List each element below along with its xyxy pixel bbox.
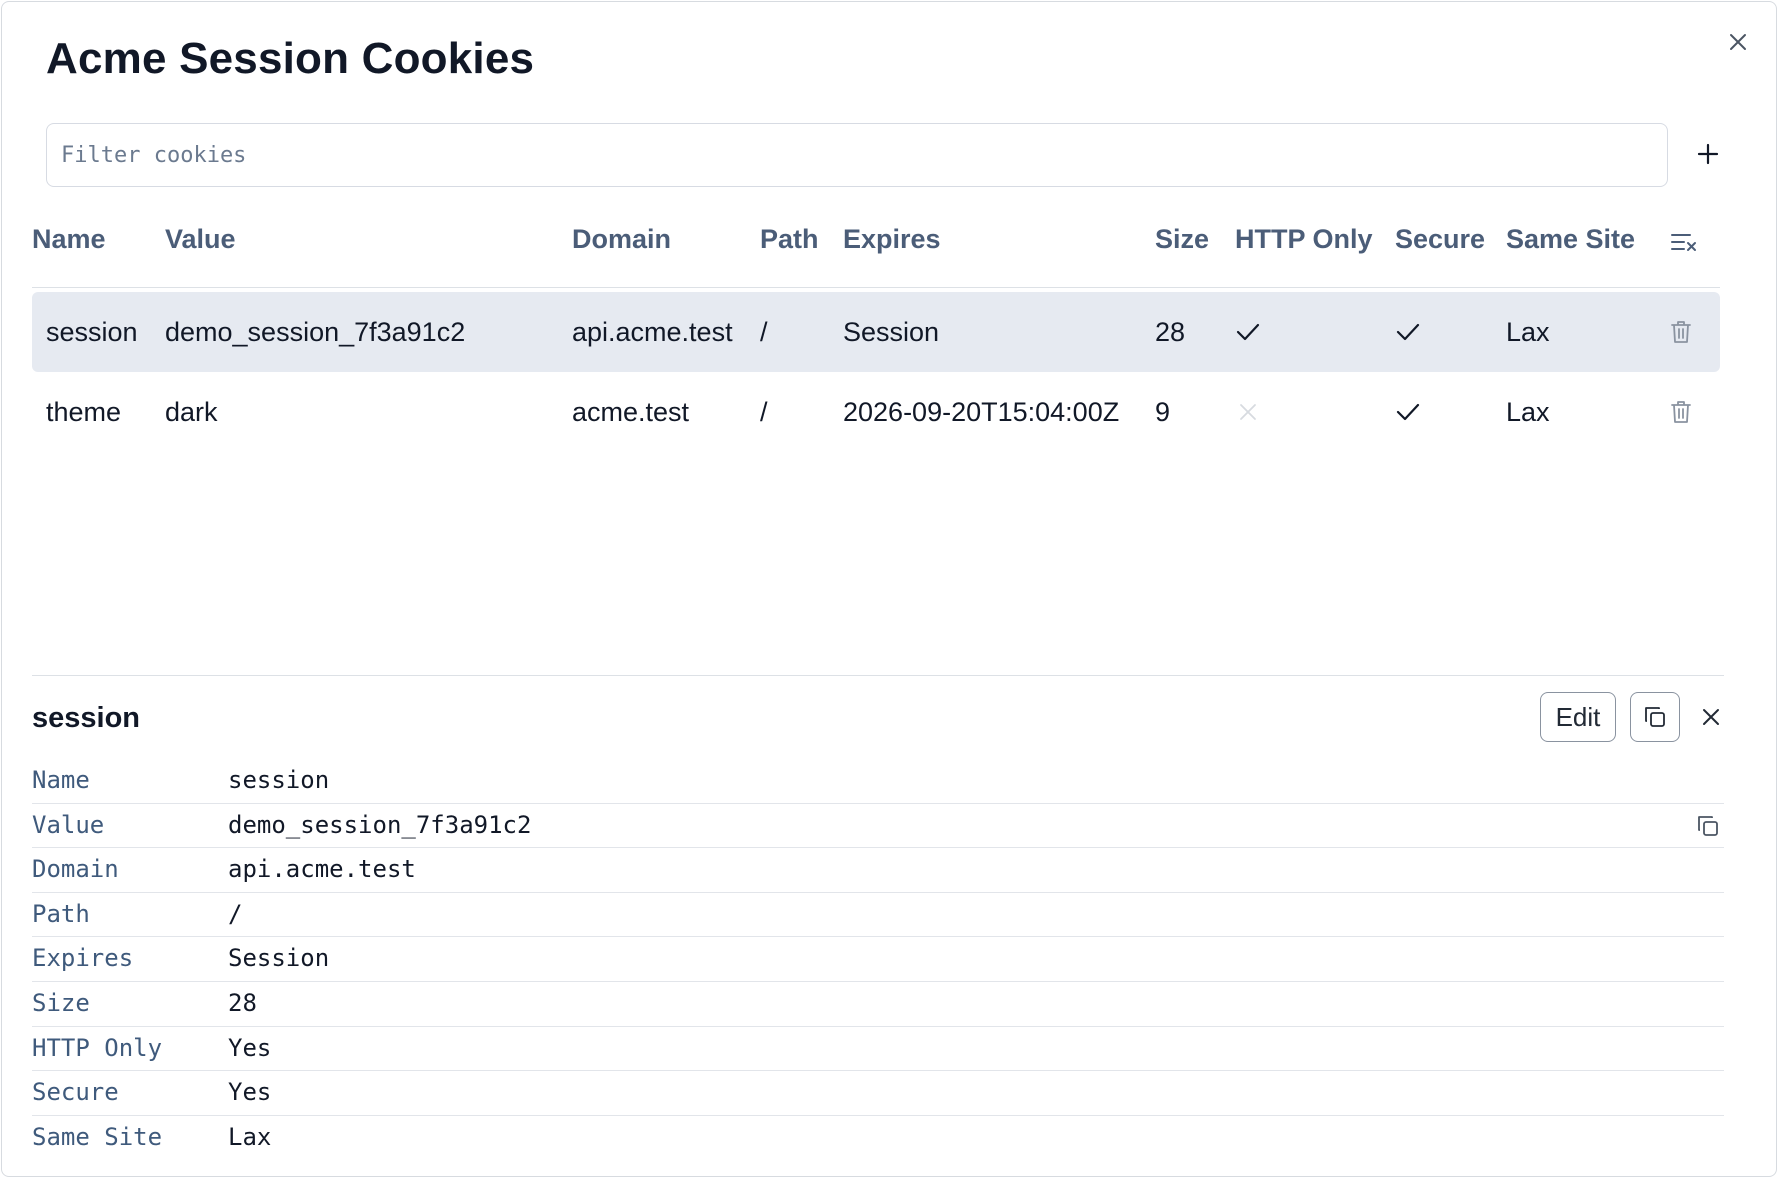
property-row-same-site: Same Site Lax [32, 1116, 1724, 1161]
property-key: Value [32, 810, 105, 839]
property-row-expires: Expires Session [32, 937, 1724, 982]
property-value: demo_session_7f3a91c2 [228, 810, 532, 839]
column-header-same-site[interactable]: Same Site [1506, 224, 1635, 255]
property-row-domain: Domain api.acme.test [32, 848, 1724, 893]
property-key: Path [32, 899, 90, 928]
cell-name: theme [46, 397, 122, 427]
property-row-path: Path / [32, 893, 1724, 938]
cookies-dialog: Acme Session Cookies Name Value Domain P… [1, 1, 1777, 1177]
delete-cookie-button[interactable] [1669, 292, 1693, 372]
cell-same-site: Lax [1506, 397, 1550, 427]
filter-input[interactable] [46, 123, 1668, 187]
close-icon [1730, 34, 1746, 50]
cell-size: 28 [1155, 317, 1186, 347]
table-header: Name Value Domain Path Expires Size HTTP… [32, 214, 1720, 288]
property-value: Lax [228, 1122, 272, 1151]
cell-size: 9 [1155, 397, 1171, 427]
close-icon [1703, 709, 1719, 725]
x-icon [1240, 404, 1256, 420]
property-value: session [228, 766, 330, 794]
column-header-name[interactable]: Name [32, 224, 106, 255]
trash-icon [1671, 401, 1691, 423]
property-value: Session [228, 944, 330, 973]
cell-value: demo_session_7f3a91c2 [165, 317, 466, 347]
cell-http-only [1235, 292, 1261, 372]
trash-icon [1671, 321, 1691, 343]
cell-expires: 2026-09-20T15:04:00Z [843, 397, 1120, 427]
property-list: Name session Value demo_session_7f3a91c2… [32, 759, 1724, 1160]
column-header-value[interactable]: Value [165, 224, 236, 255]
cell-expires: Session [843, 317, 940, 347]
cookies-table: Name Value Domain Path Expires Size HTTP… [32, 214, 1720, 452]
cell-secure [1395, 292, 1421, 372]
cookie-detail-panel: session Edit Name session Value demo_ses… [32, 675, 1724, 1151]
cell-path: / [760, 397, 768, 427]
property-row-name: Name session [32, 759, 1724, 804]
property-key: Size [32, 988, 90, 1017]
property-key: Expires [32, 944, 134, 973]
detail-title: session [32, 702, 140, 734]
copy-icon [1698, 815, 1718, 836]
cell-domain: api.acme.test [572, 317, 733, 347]
cell-domain: acme.test [572, 397, 690, 427]
column-header-http-only[interactable]: HTTP Only [1235, 224, 1373, 255]
plus-icon [1697, 143, 1719, 165]
property-value: api.acme.test [228, 855, 416, 884]
dialog-close-button[interactable] [1720, 24, 1756, 60]
table-row[interactable]: theme dark acme.test / 2026-09-20T15:04:… [32, 372, 1720, 452]
property-row-size: Size 28 [32, 982, 1724, 1027]
property-key: Name [32, 766, 90, 794]
cell-value: dark [165, 397, 218, 427]
copy-icon [1645, 707, 1665, 727]
property-value: Yes [228, 1078, 272, 1107]
property-key: Secure [32, 1078, 119, 1107]
column-header-domain[interactable]: Domain [572, 224, 671, 255]
property-key: Domain [32, 855, 119, 884]
cell-http-only [1235, 372, 1261, 452]
delete-cookie-button[interactable] [1669, 372, 1693, 452]
clear-list-icon [1671, 234, 1696, 251]
property-value: / [228, 899, 243, 928]
column-header-size[interactable]: Size [1155, 224, 1209, 255]
property-value: Yes [228, 1033, 272, 1062]
detail-close-button[interactable] [1694, 700, 1728, 734]
cell-secure [1395, 372, 1421, 452]
edit-button[interactable]: Edit [1540, 692, 1616, 742]
property-key: Same Site [32, 1122, 163, 1151]
cell-path: / [760, 317, 768, 347]
column-header-path[interactable]: Path [760, 224, 819, 255]
copy-value-button[interactable] [1694, 812, 1722, 840]
property-row-value: Value demo_session_7f3a91c2 [32, 804, 1724, 849]
property-value: 28 [228, 988, 257, 1017]
check-icon [1236, 323, 1260, 341]
check-icon [1396, 323, 1420, 341]
add-cookie-button[interactable] [1690, 136, 1726, 172]
property-row-secure: Secure Yes [32, 1071, 1724, 1116]
check-icon [1396, 403, 1420, 421]
clear-all-button[interactable] [1670, 230, 1698, 261]
property-row-http-only: HTTP Only Yes [32, 1027, 1724, 1072]
column-header-expires[interactable]: Expires [843, 224, 941, 255]
property-key: HTTP Only [32, 1033, 163, 1062]
cell-same-site: Lax [1506, 317, 1550, 347]
copy-cookie-button[interactable] [1630, 692, 1680, 742]
table-row[interactable]: session demo_session_7f3a91c2 api.acme.t… [32, 292, 1720, 372]
column-header-secure[interactable]: Secure [1395, 224, 1485, 255]
cell-name: session [46, 317, 138, 347]
dialog-title: Acme Session Cookies [46, 34, 535, 83]
